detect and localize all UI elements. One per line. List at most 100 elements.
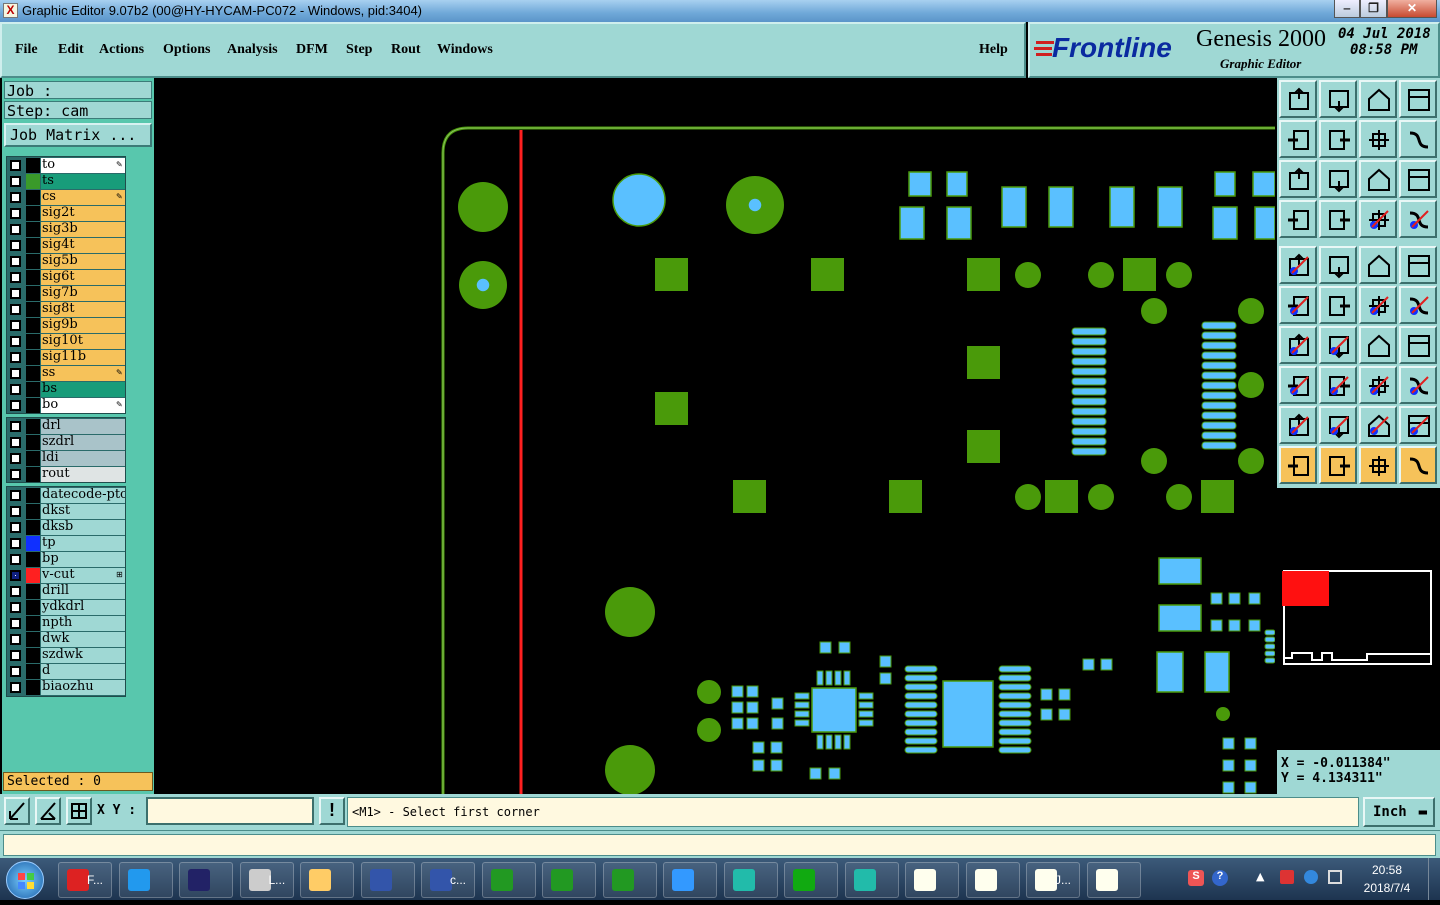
layer-checkbox[interactable]	[10, 634, 21, 645]
clock-time[interactable]: 20:58	[1362, 863, 1412, 877]
layer-name[interactable]: drill	[41, 584, 125, 599]
taskbar-app-13[interactable]	[844, 862, 899, 898]
layer-color-swatch[interactable]	[26, 419, 40, 434]
layer-checkbox[interactable]	[10, 602, 21, 613]
layer-color-swatch[interactable]	[26, 552, 40, 567]
layer-row-dksb[interactable]: dksb	[7, 520, 125, 535]
layer-color-swatch[interactable]	[26, 158, 40, 173]
zoom-center-button[interactable]	[1319, 160, 1357, 198]
layer-name[interactable]: sig3b	[41, 222, 125, 237]
layer-color-swatch[interactable]	[26, 616, 40, 631]
mini-map[interactable]	[1277, 488, 1440, 750]
layer-checkbox[interactable]	[10, 160, 21, 171]
layer-row-bs[interactable]: bs	[7, 382, 125, 397]
layer-checkbox[interactable]	[10, 176, 21, 187]
taskbar-app-8[interactable]	[542, 862, 596, 898]
taskbar-app-17[interactable]	[1086, 862, 1141, 898]
layer-checkbox[interactable]	[10, 320, 21, 331]
layer-checkbox[interactable]	[10, 506, 21, 517]
layer-name[interactable]: dksb	[41, 520, 125, 535]
layer-row-bo[interactable]: bo ✎	[7, 398, 125, 413]
layer-checkbox[interactable]	[10, 666, 21, 677]
minimize-button[interactable]: ‒	[1334, 0, 1360, 18]
layer-checkbox[interactable]	[10, 368, 21, 379]
layer-row-sig7b[interactable]: sig7b	[7, 286, 125, 301]
layer-row-sig8t[interactable]: sig8t	[7, 302, 125, 317]
layer-row-cs[interactable]: cs ✎	[7, 190, 125, 205]
taskbar-app-2[interactable]	[179, 862, 233, 898]
ruler-button[interactable]	[1359, 246, 1397, 284]
taskbar-app-3[interactable]: L...	[239, 862, 294, 898]
help-tray-icon[interactable]: ?	[1212, 870, 1228, 886]
layer-color-swatch[interactable]	[26, 536, 40, 551]
layer-row-to[interactable]: to ✎	[7, 158, 125, 173]
layer-color-swatch[interactable]	[26, 568, 40, 583]
layer-checkbox[interactable]	[10, 400, 21, 411]
measure-button[interactable]	[35, 797, 61, 825]
snap-button[interactable]	[1399, 120, 1437, 158]
units-dropdown[interactable]: Inch ▬	[1363, 797, 1435, 827]
close-button[interactable]: ✕	[1387, 0, 1437, 18]
layer-color-swatch[interactable]	[26, 584, 40, 599]
layer-checkbox[interactable]	[10, 682, 21, 693]
start-button[interactable]	[6, 861, 44, 899]
layer-row-sig9b[interactable]: sig9b	[7, 318, 125, 333]
tray-app-icon[interactable]	[1280, 870, 1294, 884]
layer-name[interactable]: ss	[41, 366, 125, 381]
layer-color-swatch[interactable]	[26, 174, 40, 189]
job-matrix-button[interactable]: Job Matrix ...	[4, 123, 152, 147]
polygon-button[interactable]	[1319, 246, 1357, 284]
taskbar-app-14[interactable]	[905, 862, 959, 898]
layer-grid-button[interactable]	[1399, 200, 1437, 238]
taskbar-app-9[interactable]	[602, 862, 657, 898]
menu-rout[interactable]: Rout	[391, 42, 421, 58]
layer-name[interactable]: sig10t	[41, 334, 125, 349]
layer-name[interactable]: sig5b	[41, 254, 125, 269]
layer-color-swatch[interactable]	[26, 238, 40, 253]
layer-color-swatch[interactable]	[26, 451, 40, 466]
layer-checkbox[interactable]	[10, 288, 21, 299]
layer-row-bp[interactable]: bp	[7, 552, 125, 567]
layer-name[interactable]: ts	[41, 174, 125, 189]
layer-name[interactable]: sig7b	[41, 286, 125, 301]
zoom-home-button[interactable]	[1279, 160, 1317, 198]
layer-row-sig5b[interactable]: sig5b	[7, 254, 125, 269]
layer-row-rout[interactable]: rout	[7, 467, 125, 482]
tray-expand-icon[interactable]: ▲	[1256, 870, 1264, 883]
layer-row-ldi[interactable]: ldi	[7, 451, 125, 466]
pad-button[interactable]	[1279, 246, 1317, 284]
layer-name[interactable]: dwk	[41, 632, 125, 647]
select-net-button[interactable]	[1399, 446, 1437, 484]
layer-checkbox[interactable]	[10, 490, 21, 501]
layer-name[interactable]: sig9b	[41, 318, 125, 333]
layer-row-sig10t[interactable]: sig10t	[7, 334, 125, 349]
layer-name[interactable]: to	[41, 158, 125, 173]
step-up-button[interactable]	[1279, 80, 1317, 118]
layer-color-swatch[interactable]	[26, 334, 40, 349]
menu-actions[interactable]: Actions	[99, 42, 144, 58]
layer-checkbox[interactable]	[10, 618, 21, 629]
layer-checkbox[interactable]	[10, 240, 21, 251]
layer-checkbox[interactable]	[10, 421, 21, 432]
menu-dfm[interactable]: DFM	[296, 42, 328, 58]
layer-row-ts[interactable]: ts	[7, 174, 125, 189]
taskbar-app-12[interactable]	[784, 862, 838, 898]
layer-color-swatch[interactable]	[26, 664, 40, 679]
grid-button[interactable]	[66, 797, 92, 825]
layer-name[interactable]: bp	[41, 552, 125, 567]
layer-name[interactable]: drl	[41, 419, 125, 434]
layer-name[interactable]: sig4t	[41, 238, 125, 253]
menu-step[interactable]: Step	[346, 42, 372, 58]
menu-analysis[interactable]: Analysis	[227, 42, 278, 58]
layer-row-ss[interactable]: ss ✎	[7, 366, 125, 381]
line-button[interactable]	[1359, 286, 1397, 324]
step-down-button[interactable]	[1319, 80, 1357, 118]
zoom-area-button[interactable]	[4, 797, 30, 825]
alert-icon[interactable]: !	[319, 797, 345, 825]
menu-help[interactable]: Help	[979, 42, 1008, 58]
layer-name[interactable]: rout	[41, 467, 125, 482]
triangle-b-button[interactable]	[1319, 406, 1357, 444]
layer-name[interactable]: sig2t	[41, 206, 125, 221]
layer-name[interactable]: datecode-ptc	[41, 488, 125, 503]
home-button[interactable]	[1359, 80, 1397, 118]
